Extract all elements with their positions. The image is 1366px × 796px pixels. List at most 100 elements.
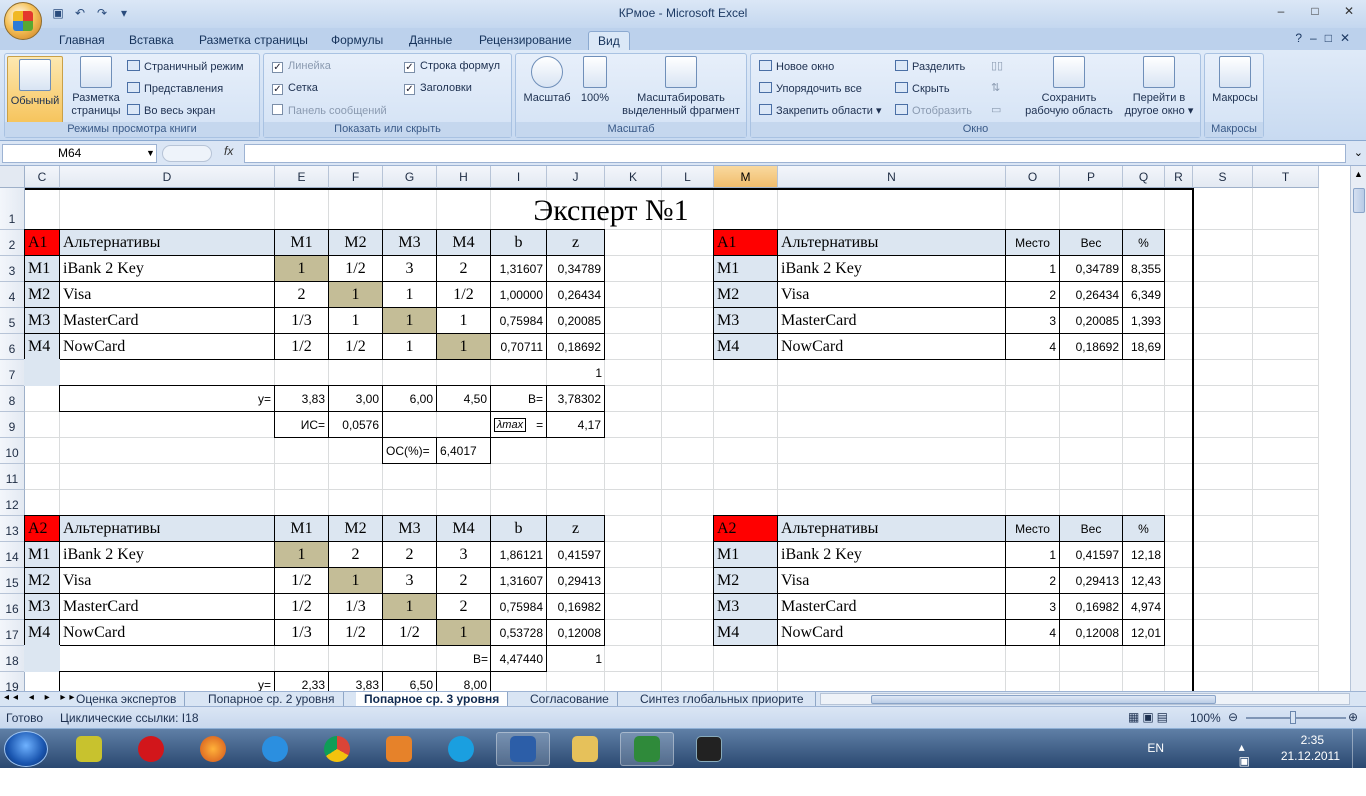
- z-value-cell[interactable]: 0,29413: [546, 567, 605, 594]
- header-place[interactable]: Место: [1005, 515, 1060, 542]
- help-icon[interactable]: ?–□✕: [1295, 31, 1358, 45]
- tray-icons[interactable]: ▴ ▣ ▮ ◂: [1239, 740, 1254, 796]
- matrix-cell[interactable]: 3: [382, 255, 437, 282]
- place-cell[interactable]: 2: [1005, 567, 1060, 594]
- alternative-name-cell[interactable]: iBank 2 Key: [59, 541, 275, 568]
- alternative-name-cell[interactable]: MasterCard: [59, 307, 275, 334]
- sheet-tab-consistency[interactable]: Согласование: [522, 692, 618, 707]
- explorer-icon[interactable]: [558, 732, 612, 766]
- percent-cell[interactable]: 8,355: [1122, 255, 1165, 282]
- matrix-cell[interactable]: 1: [436, 333, 491, 360]
- matrix-cell[interactable]: 1: [382, 307, 437, 334]
- weight-cell[interactable]: 0,34789: [1059, 255, 1123, 282]
- row-header-5[interactable]: 5: [0, 308, 25, 334]
- b-value-cell[interactable]: 1,31607: [490, 567, 547, 594]
- row-header-18[interactable]: 18: [0, 646, 25, 672]
- clock-date[interactable]: 21.12.2011: [1281, 749, 1340, 763]
- select-all-corner[interactable]: [0, 166, 25, 188]
- matrix-cell[interactable]: 1: [436, 619, 491, 646]
- y-value-cell[interactable]: 6,00: [382, 385, 437, 412]
- language-indicator[interactable]: EN: [1147, 741, 1164, 755]
- freeze-panes-button[interactable]: Закрепить области ▾: [759, 104, 881, 118]
- row-header-3[interactable]: 3: [0, 256, 25, 282]
- column-header-Q[interactable]: Q: [1123, 166, 1165, 188]
- matrix-cell[interactable]: 2: [274, 281, 329, 308]
- formula-input[interactable]: [244, 144, 1346, 163]
- weight-cell[interactable]: 0,16982: [1059, 593, 1123, 620]
- tab-review[interactable]: Рецензирование: [470, 31, 581, 50]
- column-header-K[interactable]: K: [605, 166, 662, 188]
- percent-cell[interactable]: 18,69: [1122, 333, 1165, 360]
- row-header-1[interactable]: 1: [0, 188, 25, 230]
- column-header-T[interactable]: T: [1253, 166, 1319, 188]
- firefox-icon[interactable]: [186, 732, 240, 766]
- row-header-8[interactable]: 8: [0, 386, 25, 412]
- row-id-cell[interactable]: M3: [713, 307, 778, 334]
- page-break-preview-button[interactable]: Страничный режим: [127, 60, 244, 74]
- row-id-cell[interactable]: M1: [713, 255, 778, 282]
- lambda-max-value-cell[interactable]: 4,17: [546, 411, 605, 438]
- formula-bar-checkbox[interactable]: ✓ Строка формул: [404, 60, 500, 73]
- z-sum-cell[interactable]: 1: [546, 359, 605, 386]
- column-header-H[interactable]: H: [437, 166, 491, 188]
- matrix-cell[interactable]: 1: [382, 593, 437, 620]
- row-id-cell[interactable]: M4: [24, 619, 60, 646]
- matrix-cell[interactable]: 1/2: [328, 333, 383, 360]
- sheet-tab-level2[interactable]: Попарное ср. 2 уровня: [200, 692, 344, 707]
- place-cell[interactable]: 3: [1005, 593, 1060, 620]
- place-cell[interactable]: 1: [1005, 541, 1060, 568]
- row-id-cell[interactable]: M3: [24, 307, 60, 334]
- header-H[interactable]: M4: [436, 229, 491, 256]
- status-circular-refs[interactable]: Циклические ссылки: I18: [60, 711, 199, 725]
- horizontal-scroll-thumb[interactable]: [871, 695, 1216, 704]
- y-value-cell[interactable]: 4,50: [436, 385, 491, 412]
- insert-function-icon[interactable]: fx: [224, 144, 233, 158]
- header-percent[interactable]: %: [1122, 229, 1165, 256]
- header-F[interactable]: M2: [328, 515, 383, 542]
- b-value-cell[interactable]: 1,86121: [490, 541, 547, 568]
- weight-cell[interactable]: 0,12008: [1059, 619, 1123, 646]
- row-header-2[interactable]: 2: [0, 230, 25, 256]
- formula-expand-handle[interactable]: [162, 145, 212, 162]
- row-header-11[interactable]: 11: [0, 464, 25, 490]
- percent-cell[interactable]: 12,43: [1122, 567, 1165, 594]
- column-header-O[interactable]: O: [1006, 166, 1060, 188]
- column-header-R[interactable]: R: [1165, 166, 1193, 188]
- B-value-cell[interactable]: 4,47440: [490, 645, 547, 672]
- office-button[interactable]: [4, 2, 42, 40]
- zoom-button[interactable]: Масштаб: [520, 56, 574, 105]
- alternative-name-cell[interactable]: NowCard: [59, 619, 275, 646]
- zoom-slider-thumb[interactable]: [1290, 711, 1296, 724]
- matrix-cell[interactable]: 1/2: [274, 593, 329, 620]
- row-header-4[interactable]: 4: [0, 282, 25, 308]
- full-screen-button[interactable]: Во весь экран: [127, 104, 215, 118]
- b-value-cell[interactable]: 1,31607: [490, 255, 547, 282]
- column-header-L[interactable]: L: [662, 166, 714, 188]
- sync-scroll-icon[interactable]: ⇅: [991, 82, 1000, 95]
- name-box-dropdown-icon[interactable]: ▼: [146, 148, 155, 158]
- header-alternatives[interactable]: Альтернативы: [777, 515, 1006, 542]
- matrix-cell[interactable]: 1: [382, 333, 437, 360]
- column-header-J[interactable]: J: [547, 166, 605, 188]
- z-sum-cell[interactable]: 1: [546, 645, 605, 672]
- tab-home[interactable]: Главная: [50, 31, 114, 50]
- alternative-name-cell[interactable]: iBank 2 Key: [777, 541, 1006, 568]
- z-value-cell[interactable]: 0,20085: [546, 307, 605, 334]
- matrix-cell[interactable]: 1/2: [382, 619, 437, 646]
- alternative-name-cell[interactable]: NowCard: [59, 333, 275, 360]
- alternative-name-cell[interactable]: Visa: [59, 567, 275, 594]
- z-value-cell[interactable]: 0,41597: [546, 541, 605, 568]
- place-cell[interactable]: 2: [1005, 281, 1060, 308]
- row-id-cell[interactable]: M4: [24, 333, 60, 360]
- row-header-10[interactable]: 10: [0, 438, 25, 464]
- lambda-max-cell[interactable]: λmax =: [490, 411, 547, 438]
- y-label-cell[interactable]: y=: [59, 385, 275, 412]
- vertical-scrollbar[interactable]: ▲: [1350, 166, 1366, 691]
- chrome-icon[interactable]: [310, 732, 364, 766]
- sheet-tab-synthesis[interactable]: Синтез глобальных приорите: [632, 692, 816, 707]
- matrix-cell[interactable]: 1/3: [274, 619, 329, 646]
- row-header-12[interactable]: 12: [0, 490, 25, 516]
- tag-cell[interactable]: A1: [24, 229, 60, 256]
- y-value-cell[interactable]: 3,83: [274, 385, 329, 412]
- y-value-cell[interactable]: 6,50: [382, 671, 437, 691]
